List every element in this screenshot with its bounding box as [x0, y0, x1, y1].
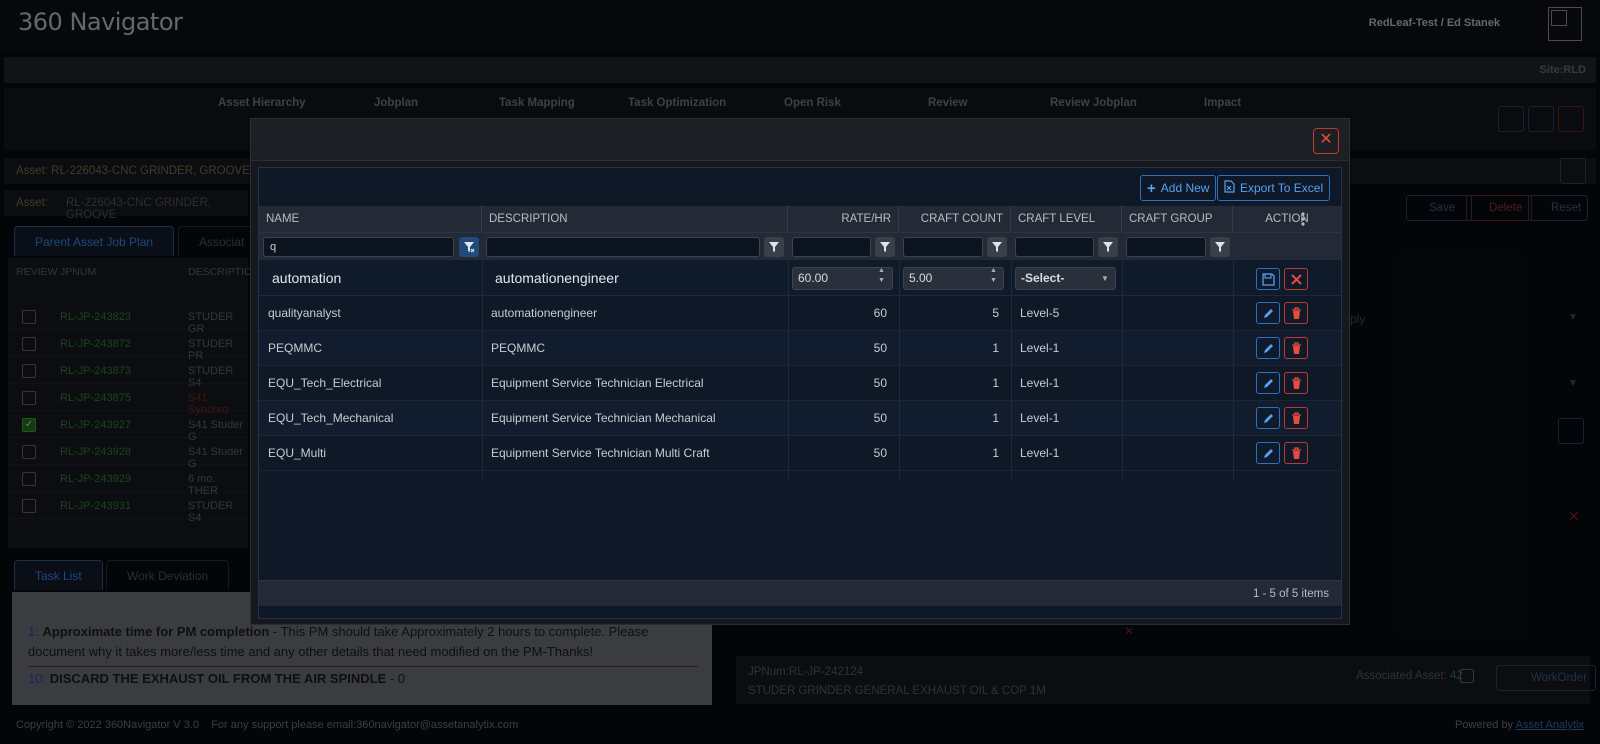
table-row[interactable]: qualityanalyst automationengineer 60 5 Level…	[259, 296, 1341, 331]
name-cell: qualityanalyst	[268, 306, 341, 320]
table-row[interactable]: PEQMMC PEQMMC 50 1 Level-1	[259, 331, 1341, 366]
column-divider	[899, 206, 900, 479]
rate-cell: 50	[873, 376, 887, 390]
craft-level-cell: Level-1	[1020, 341, 1060, 355]
delete-row-button[interactable]	[1284, 442, 1308, 464]
craft-level-cell: Level-5	[1020, 306, 1060, 320]
col-action: ACTION	[1265, 213, 1309, 225]
col-name[interactable]: NAME	[259, 206, 482, 232]
craft-level-cell: Level-1	[1020, 411, 1060, 425]
name-cell: PEQMMC	[268, 341, 322, 355]
col-craft-level[interactable]: CRAFT LEVEL	[1011, 206, 1122, 232]
pager-info: 1 - 5 of 5 items	[1252, 588, 1329, 600]
grid-header: NAME DESCRIPTION RATE/HR CRAFT COUNT CRA…	[259, 206, 1341, 232]
edit-row-button[interactable]	[1256, 337, 1280, 359]
delete-row-button[interactable]	[1284, 372, 1308, 394]
description-cell: Equipment Service Technician Multi Craft	[491, 446, 710, 460]
edit-row-button[interactable]	[1256, 302, 1280, 324]
craft-count-filter-input[interactable]	[903, 237, 983, 257]
rate-filter-input[interactable]	[792, 237, 871, 257]
export-excel-button[interactable]: Export To Excel	[1217, 175, 1331, 201]
col-craft-count[interactable]: CRAFT COUNT	[899, 206, 1011, 232]
craft-level-filter-input[interactable]	[1015, 237, 1094, 257]
craft-count-cell: 1	[992, 341, 999, 355]
delete-row-button[interactable]	[1284, 407, 1308, 429]
modal-header: ✕	[251, 119, 1349, 161]
edit-craft-count-stepper[interactable]: 5.00	[903, 267, 1004, 290]
edit-rate-value: 60.00	[798, 271, 829, 285]
table-row[interactable]: EQU_Tech_Mechanical Equipment Service Tec…	[259, 401, 1341, 436]
rate-cell: 50	[873, 341, 887, 355]
edit-description-field[interactable]: automationengineer	[495, 270, 619, 286]
col-rate[interactable]: RATE/HR	[788, 206, 899, 232]
craft-group-cell	[1127, 331, 1233, 366]
craft-group-cell	[1127, 296, 1233, 331]
delete-row-button[interactable]	[1284, 337, 1308, 359]
craft-group-filter-button[interactable]	[1210, 237, 1230, 257]
description-cell: Equipment Service Technician Electrical	[491, 376, 704, 390]
column-divider	[482, 206, 483, 479]
description-cell: PEQMMC	[491, 341, 545, 355]
craft-count-spinner-icon[interactable]: ▲ ▼	[990, 266, 999, 288]
save-row-button[interactable]	[1256, 268, 1280, 290]
rate-cell: 60	[873, 306, 887, 320]
table-row[interactable]: EQU_Tech_Electrical Equipment Service Tec…	[259, 366, 1341, 401]
craft-group-cell	[1127, 436, 1233, 471]
rate-cell: 50	[873, 411, 887, 425]
grid-pager: 1 - 5 of 5 items	[259, 580, 1341, 606]
description-filter-button[interactable]	[764, 237, 784, 257]
chevron-down-icon[interactable]: ▼	[1101, 274, 1109, 283]
column-divider	[788, 206, 789, 479]
craft-group-filter-input[interactable]	[1126, 237, 1206, 257]
grid-toolbar: + Add New Export To Excel	[259, 168, 1341, 206]
craft-level-cell: Level-1	[1020, 446, 1060, 460]
plus-icon: +	[1147, 179, 1156, 197]
name-cell: EQU_Multi	[268, 446, 327, 460]
craft-level-filter-button[interactable]	[1098, 237, 1118, 257]
edit-row: automation automationengineer 60.00 ▲ ▼ 5…	[259, 260, 1341, 296]
craft-modal: ✕ + Add New Export To Excel NAME DESCRIP…	[250, 118, 1350, 625]
filter-row	[259, 232, 1341, 260]
edit-row-button[interactable]	[1256, 372, 1280, 394]
edit-name-field[interactable]: automation	[272, 270, 341, 286]
name-cell: EQU_Tech_Mechanical	[268, 411, 394, 425]
craft-group-cell	[1127, 401, 1233, 436]
delete-row-button[interactable]	[1284, 302, 1308, 324]
craft-count-cell: 1	[992, 376, 999, 390]
name-cell: EQU_Tech_Electrical	[268, 376, 382, 390]
clear-filter-button[interactable]	[459, 237, 479, 257]
rate-spinner-icon[interactable]: ▲ ▼	[878, 266, 887, 288]
cancel-row-button[interactable]	[1284, 268, 1308, 290]
column-menu-icon[interactable]	[1298, 211, 1308, 227]
export-label: Export To Excel	[1240, 181, 1324, 195]
modal-close-button[interactable]: ✕	[1313, 128, 1339, 154]
craft-count-filter-button[interactable]	[987, 237, 1007, 257]
rate-cell: 50	[873, 446, 887, 460]
column-divider	[1122, 206, 1123, 479]
craft-count-cell: 1	[992, 446, 999, 460]
edit-row-button[interactable]	[1256, 407, 1280, 429]
craft-count-cell: 5	[992, 306, 999, 320]
rate-filter-button[interactable]	[875, 237, 895, 257]
craft-group-cell	[1127, 366, 1233, 401]
edit-craft-level-value: -Select-	[1021, 271, 1065, 285]
add-new-button[interactable]: + Add New	[1140, 175, 1217, 201]
column-divider	[1011, 206, 1012, 479]
col-craft-group[interactable]: CRAFT GROUP	[1122, 206, 1233, 232]
description-cell: Equipment Service Technician Mechanical	[491, 411, 716, 425]
craft-level-cell: Level-1	[1020, 376, 1060, 390]
col-description[interactable]: DESCRIPTION	[482, 206, 788, 232]
description-cell: automationengineer	[491, 306, 598, 320]
craft-count-cell: 1	[992, 411, 999, 425]
description-filter-input[interactable]	[486, 237, 760, 257]
name-filter-input[interactable]	[263, 237, 454, 257]
edit-craft-count-value: 5.00	[909, 271, 933, 285]
excel-icon	[1224, 180, 1235, 196]
add-new-label: Add New	[1160, 181, 1210, 195]
close-icon: ✕	[1319, 131, 1333, 148]
edit-row-button[interactable]	[1256, 442, 1280, 464]
column-divider	[1233, 206, 1234, 479]
table-row[interactable]: EQU_Multi Equipment Service Technician Mu…	[259, 436, 1341, 471]
craft-grid: + Add New Export To Excel NAME DESCRIPTI…	[258, 167, 1342, 619]
